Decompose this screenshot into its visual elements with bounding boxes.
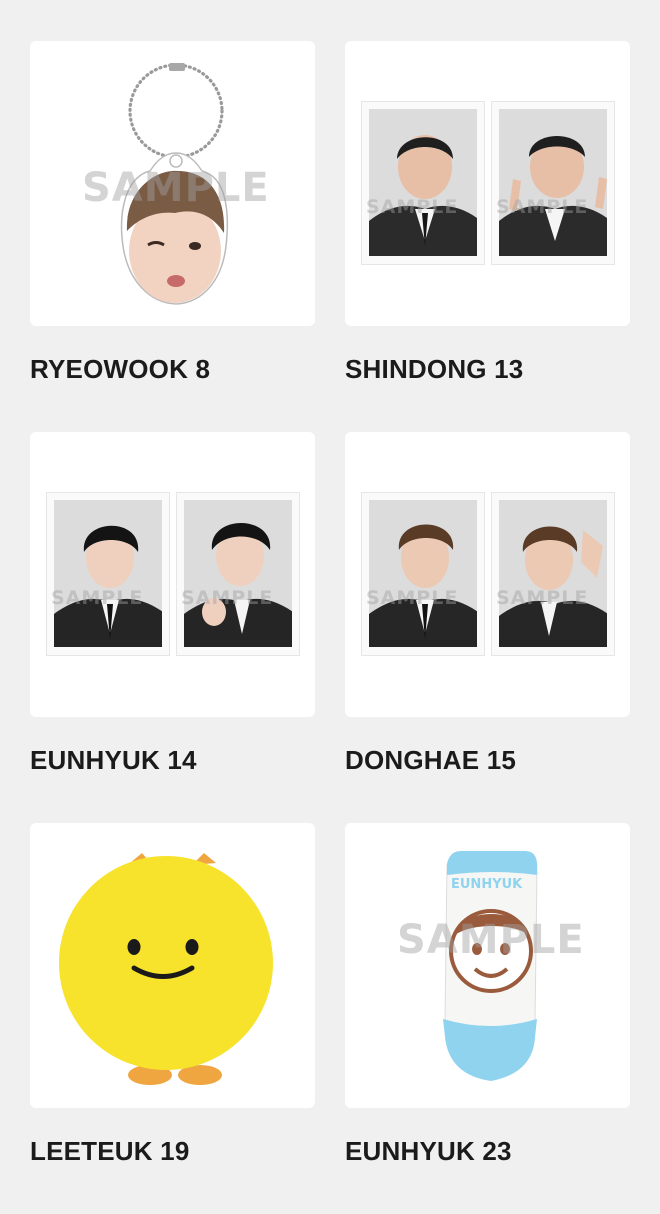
product-label[interactable]: DONGHAE 15 bbox=[345, 745, 516, 776]
product-item[interactable]: SAMPLE RYEOWOOK 8 bbox=[30, 41, 315, 432]
product-image-card[interactable]: SAMPLE SAMPLE bbox=[345, 432, 630, 717]
product-label[interactable]: LEETEUK 19 bbox=[30, 1136, 190, 1167]
photo-card: SAMPLE bbox=[361, 492, 485, 656]
keyring-image bbox=[120, 63, 229, 305]
product-item[interactable]: SAMPLE SAMPLE bbox=[30, 432, 315, 823]
product-image-card[interactable]: SAMPLE bbox=[30, 41, 315, 326]
photo-card: SAMPLE bbox=[176, 492, 300, 656]
photo-pair: SAMPLE SAMPLE bbox=[361, 492, 615, 656]
product-grid: SAMPLE RYEOWOOK 8 SAMPLE SAMPLE SHINDONG… bbox=[30, 41, 630, 1214]
photo-card: SAMPLE bbox=[491, 492, 615, 656]
product-label[interactable]: SHINDONG 13 bbox=[345, 354, 523, 385]
photo-card: SAMPLE bbox=[491, 101, 615, 265]
product-image-card[interactable] bbox=[30, 823, 315, 1108]
sock-image bbox=[443, 851, 538, 1081]
photo-pair: SAMPLE SAMPLE bbox=[361, 101, 615, 265]
product-label[interactable]: EUNHYUK 23 bbox=[345, 1136, 512, 1167]
product-image-card[interactable]: SAMPLE SAMPLE bbox=[30, 432, 315, 717]
product-item[interactable]: EUNHYUK SAMPLE EUNHYUK 23 bbox=[345, 823, 630, 1214]
photo-card: SAMPLE bbox=[361, 101, 485, 265]
product-image-card[interactable]: SAMPLE SAMPLE bbox=[345, 41, 630, 326]
cushion-image bbox=[59, 853, 273, 1085]
product-image-card[interactable]: EUNHYUK SAMPLE bbox=[345, 823, 630, 1108]
product-label[interactable]: EUNHYUK 14 bbox=[30, 745, 197, 776]
product-label[interactable]: RYEOWOOK 8 bbox=[30, 354, 210, 385]
product-item[interactable]: LEETEUK 19 bbox=[30, 823, 315, 1214]
photo-card: SAMPLE bbox=[46, 492, 170, 656]
photo-pair: SAMPLE SAMPLE bbox=[46, 492, 300, 656]
product-item[interactable]: SAMPLE SAMPLE bbox=[345, 41, 630, 432]
product-item[interactable]: SAMPLE SAMPLE bbox=[345, 432, 630, 823]
